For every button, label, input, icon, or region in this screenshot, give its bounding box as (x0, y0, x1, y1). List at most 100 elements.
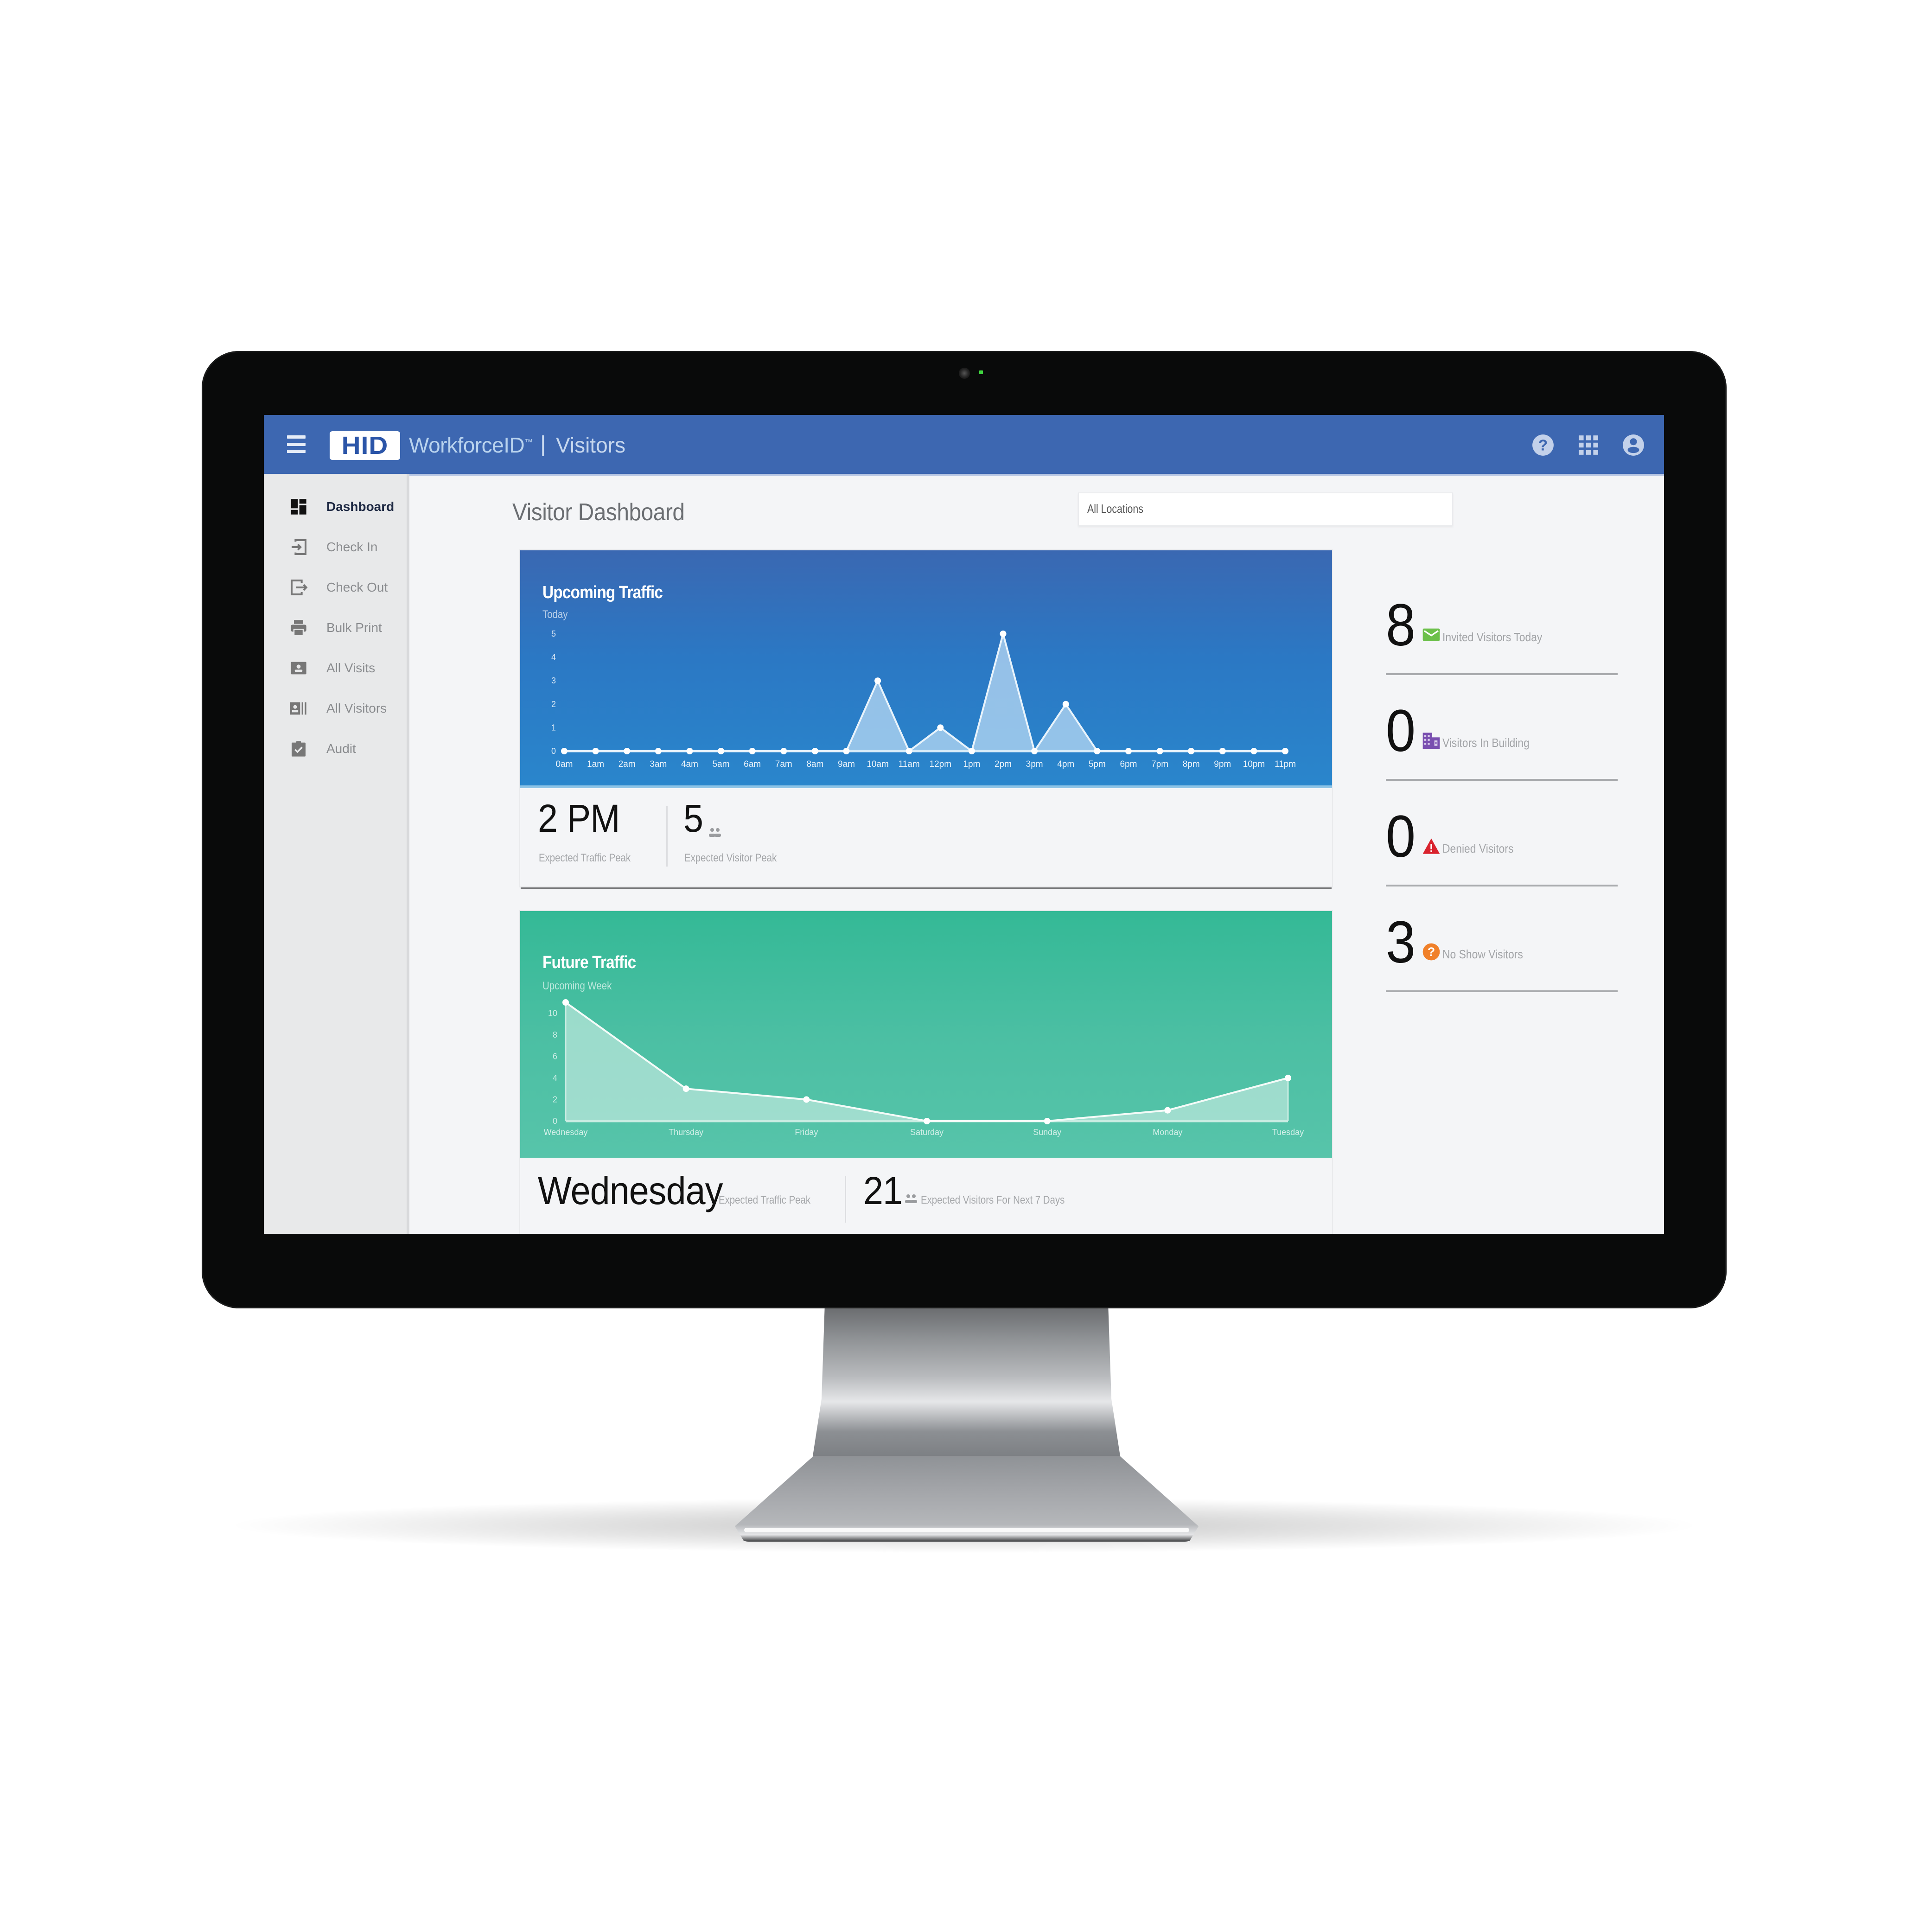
product-name-text: WorkforceID (409, 433, 525, 457)
top-app-bar: HID WorkforceID™ | Visitors ? (264, 415, 1664, 474)
y-tick-label: 4 (553, 1073, 557, 1083)
x-tick-label: Wednesday (544, 1128, 588, 1137)
stat-label: Denied Visitors (1442, 842, 1514, 855)
x-tick-label: 5pm (1089, 759, 1106, 769)
hid-logo-text: HID (341, 432, 389, 459)
sidebar-item-all-visitors[interactable]: All Visitors (264, 690, 407, 727)
x-tick-label: 5am (713, 759, 730, 769)
y-tick-label: 4 (551, 653, 556, 662)
account-icon[interactable] (1622, 434, 1645, 457)
title-separator: | (540, 432, 546, 457)
apps-grid-icon[interactable] (1577, 434, 1600, 457)
people-icon (905, 1194, 917, 1203)
upcoming-traffic-card: Upcoming Traffic Today 0 1 2 3 4 5 0am 1am 2am 3a… (520, 550, 1332, 886)
data-point (1250, 748, 1257, 754)
x-tick-label: 8am (806, 759, 823, 769)
traffic-peak-value: 2 PM (538, 797, 620, 840)
upcoming-traffic-chart: 0 1 2 3 4 5 0am 1am 2am 3am 4am 5am 6am 7am 8am 9am 10am… (551, 629, 1296, 769)
location-select-value: All Locations (1087, 502, 1143, 516)
check-in-icon (292, 539, 306, 555)
sidebar-item-dashboard[interactable]: Dashboard (264, 488, 407, 525)
stat-value: 0 (1386, 803, 1416, 870)
data-point (682, 1085, 689, 1092)
stat-label: Visitors In Building (1442, 736, 1530, 750)
x-tick-label: 1pm (963, 759, 980, 769)
data-point (1044, 1118, 1051, 1124)
data-point (561, 748, 567, 754)
x-tick-label: 10am (867, 759, 889, 769)
stat-divider (1386, 990, 1618, 992)
traffic-peak-label: Expected Traffic Peak (539, 852, 631, 864)
series-line (564, 633, 1285, 752)
data-point (1125, 748, 1132, 754)
monitor-stand-neck (812, 1308, 1121, 1459)
series-area (564, 634, 1285, 751)
stat-value: 3 (1386, 909, 1416, 976)
future-total-value: 21 (863, 1169, 903, 1212)
data-point (1164, 1107, 1171, 1114)
sidebar-item-check-out[interactable]: Check Out (264, 569, 407, 606)
x-tick-label: Sunday (1033, 1128, 1061, 1137)
x-tick-label: Monday (1153, 1128, 1182, 1137)
sidebar-item-label: Check In (326, 540, 378, 554)
visitor-peak-label: Expected Visitor Peak (684, 852, 777, 864)
people-icon (709, 828, 721, 837)
svg-text:?: ? (1428, 945, 1435, 959)
y-tick-label: 5 (551, 629, 556, 638)
stat-invited-visitors[interactable]: 8 Invited Visitors Today (1386, 596, 1618, 701)
data-point (924, 1118, 930, 1124)
question-icon: ? (1422, 943, 1440, 961)
y-tick-label: 2 (551, 700, 556, 709)
future-traffic-chart-area: Future Traffic Upcoming Week 0 2 4 6 8 10 Wedn… (520, 911, 1332, 1158)
stat-no-show-visitors[interactable]: 3 ? No Show Visitors (1386, 913, 1618, 1019)
data-point (1094, 748, 1101, 754)
location-select[interactable]: All Locations (1078, 492, 1453, 526)
svg-text:?: ? (1538, 437, 1548, 454)
monitor-stand-highlight (744, 1528, 1189, 1532)
sidebar-nav: Dashboard Check In Check Out Bulk Print … (264, 474, 409, 1234)
x-tick-label: 10pm (1243, 759, 1265, 769)
menu-icon[interactable] (287, 435, 306, 453)
x-tick-label: 3pm (1026, 759, 1043, 769)
stat-value: 0 (1386, 698, 1416, 764)
x-tick-label: 2pm (995, 759, 1012, 769)
sidebar-item-label: Check Out (326, 580, 388, 594)
sidebar-item-all-visits[interactable]: All Visits (264, 650, 407, 687)
x-tick-label: 1am (587, 759, 604, 769)
help-icon[interactable]: ? (1531, 434, 1555, 457)
page-title: Visitor Dashboard (512, 499, 685, 526)
data-point (624, 748, 631, 754)
sidebar-item-label: All Visits (326, 661, 376, 675)
x-tick-label: 11pm (1275, 759, 1296, 769)
x-tick-label: 11am (899, 759, 920, 769)
data-point (686, 748, 693, 754)
x-tick-label: 0am (556, 759, 573, 769)
y-tick-label: 2 (553, 1095, 557, 1104)
data-point (843, 748, 850, 754)
sidebar-item-bulk-print[interactable]: Bulk Print (264, 609, 407, 646)
trademark: ™ (524, 437, 533, 447)
sidebar-item-check-in[interactable]: Check In (264, 529, 407, 566)
sidebar-item-audit[interactable]: Audit (264, 730, 407, 767)
data-point (592, 748, 599, 754)
data-point (655, 748, 662, 754)
stat-visitors-in-building[interactable]: 0 Visitors In Building (1386, 701, 1618, 807)
x-tick-label: 6am (744, 759, 761, 769)
clipboard-check-icon (292, 741, 306, 757)
data-point (749, 748, 756, 754)
data-point (562, 999, 569, 1006)
data-point (968, 748, 975, 754)
sidebar-item-label: Dashboard (326, 499, 395, 514)
data-point (1285, 1074, 1291, 1081)
stat-denied-visitors[interactable]: 0 Denied Visitors (1386, 807, 1618, 913)
stat-label: No Show Visitors (1442, 947, 1523, 961)
future-traffic-chart: 0 2 4 6 8 10 Wednesday Thursday Friday Saturday Su… (544, 999, 1304, 1137)
data-point (1000, 631, 1007, 637)
webcam-icon (959, 368, 970, 379)
printer-icon (291, 620, 306, 636)
stat-divider (1386, 885, 1618, 886)
dashboard-icon (291, 499, 306, 515)
series-area (566, 1002, 1288, 1121)
data-point (1156, 748, 1163, 754)
stat-label: Invited Visitors Today (1442, 630, 1543, 644)
